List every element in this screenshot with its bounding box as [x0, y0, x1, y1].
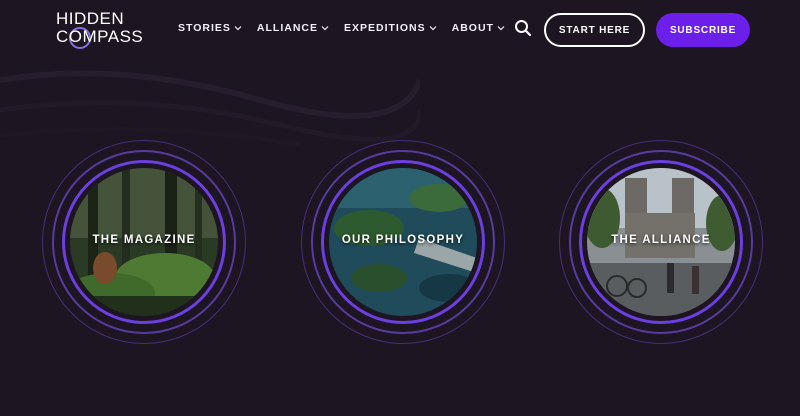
card-label: OUR PHILOSOPHY — [341, 234, 465, 246]
nav-item-label: ALLIANCE — [256, 22, 318, 34]
start-here-button[interactable]: START HERE — [544, 13, 645, 47]
chevron-down-icon — [497, 26, 505, 31]
logo-line-2: COMPASS — [56, 27, 144, 46]
subscribe-button[interactable]: SUBSCRIBE — [656, 13, 750, 47]
search-icon[interactable] — [514, 19, 532, 37]
card-label: THE ALLIANCE — [611, 234, 711, 246]
card-label: THE MAGAZINE — [92, 234, 196, 246]
site-logo[interactable]: HIDDEN COMPASS — [56, 10, 148, 50]
chevron-down-icon — [234, 26, 242, 31]
card-our-philosophy[interactable]: OUR PHILOSOPHY — [301, 140, 505, 344]
nav-item-expeditions[interactable]: EXPEDITIONS — [344, 22, 437, 34]
card-the-magazine[interactable]: THE MAGAZINE — [42, 140, 246, 344]
logo-line-1: HIDDEN — [56, 9, 125, 28]
nav-item-label: EXPEDITIONS — [344, 22, 426, 34]
chevron-down-icon — [429, 26, 437, 31]
site-header: HIDDEN COMPASS STORIES ALLIANCE EXPEDITI… — [0, 0, 800, 60]
card-the-alliance[interactable]: THE ALLIANCE — [559, 140, 763, 344]
nav-item-alliance[interactable]: ALLIANCE — [257, 22, 329, 34]
nav-item-stories[interactable]: STORIES — [178, 22, 242, 34]
nav-item-label: STORIES — [178, 22, 231, 34]
chevron-down-icon — [321, 26, 329, 31]
nav-item-label: ABOUT — [451, 22, 494, 34]
nav-item-about[interactable]: ABOUT — [452, 22, 505, 34]
main-nav: STORIES ALLIANCE EXPEDITIONS ABOUT — [178, 22, 520, 34]
